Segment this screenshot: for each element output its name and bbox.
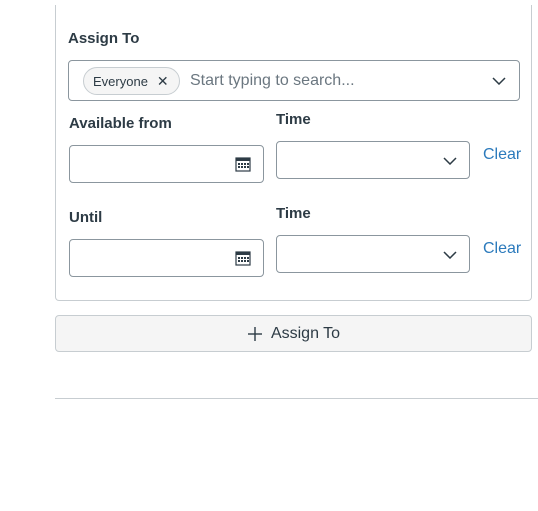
chevron-down-icon — [443, 251, 457, 259]
available-from-clear-link[interactable]: Clear — [483, 146, 521, 164]
until-time-label: Time — [276, 205, 311, 222]
available-from-time-select[interactable] — [276, 141, 470, 179]
assign-to-combobox[interactable]: Everyone ✕ — [68, 60, 520, 101]
chevron-down-icon[interactable] — [492, 77, 506, 85]
plus-icon — [247, 326, 262, 341]
calendar-icon[interactable] — [235, 156, 251, 172]
close-icon[interactable]: ✕ — [157, 74, 169, 88]
section-divider — [55, 398, 538, 399]
chevron-down-icon — [443, 157, 457, 165]
assign-to-label: Assign To — [68, 30, 140, 47]
everyone-pill[interactable]: Everyone ✕ — [83, 67, 180, 95]
available-from-label: Available from — [69, 115, 172, 132]
until-clear-link[interactable]: Clear — [483, 240, 521, 258]
available-time-label: Time — [276, 111, 311, 128]
until-time-select[interactable] — [276, 235, 470, 273]
pill-label: Everyone — [93, 73, 148, 89]
calendar-icon[interactable] — [235, 250, 251, 266]
until-label: Until — [69, 209, 103, 226]
assign-search-input[interactable] — [190, 69, 480, 93]
available-from-date-input[interactable] — [69, 145, 264, 183]
add-assign-to-button[interactable]: Assign To — [55, 315, 532, 352]
until-date-input[interactable] — [69, 239, 264, 277]
add-assign-to-label: Assign To — [270, 324, 341, 342]
